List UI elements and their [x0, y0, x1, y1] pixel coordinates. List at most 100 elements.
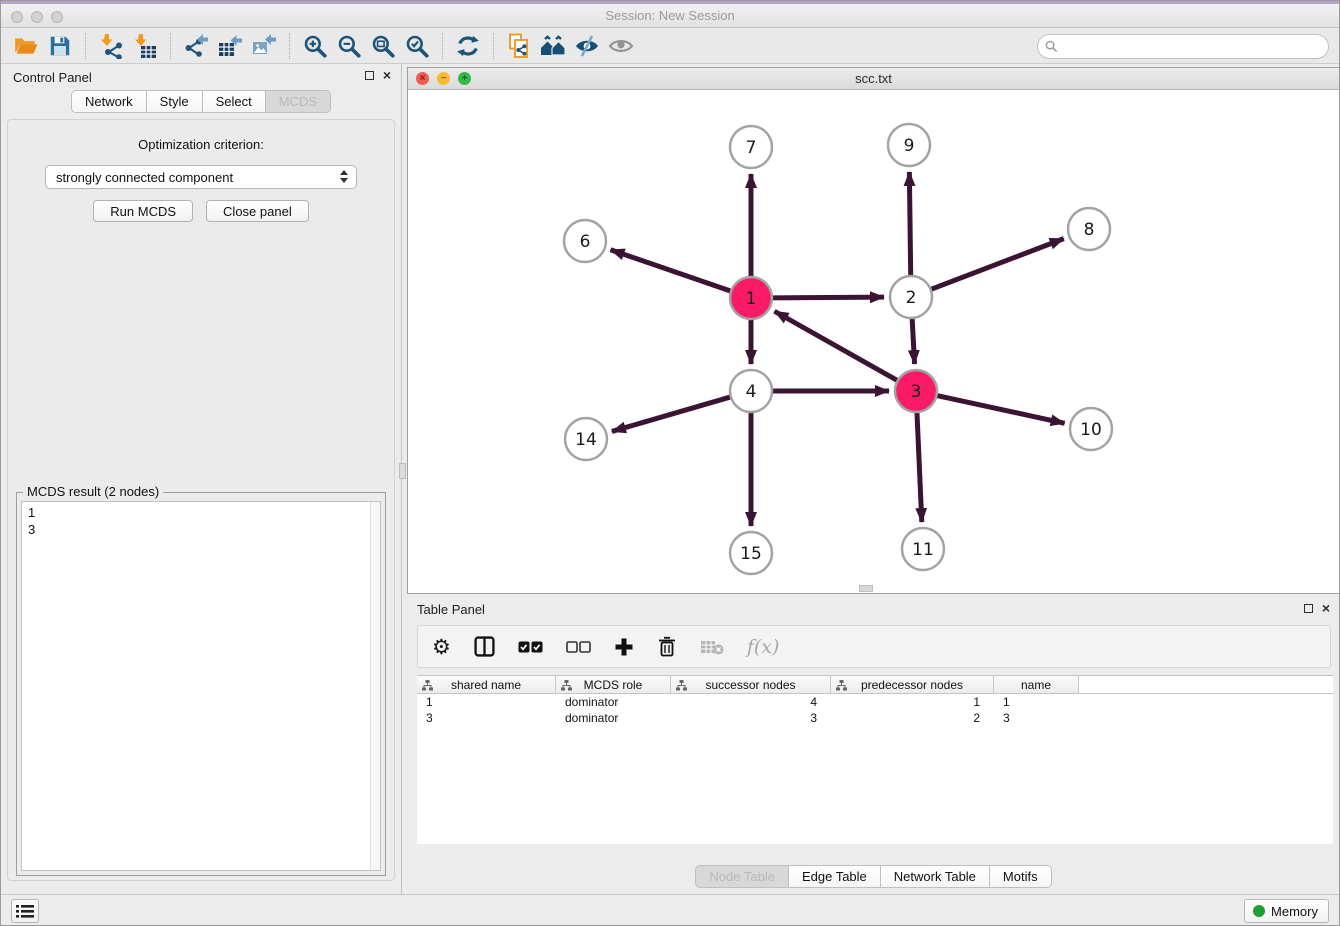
table-cell[interactable]: dominator	[556, 710, 671, 726]
delete-table-icon	[700, 635, 724, 659]
panel-splitter-handle[interactable]	[399, 463, 406, 479]
search-input[interactable]	[1037, 34, 1329, 59]
export-table-icon[interactable]	[213, 31, 247, 61]
tab-network-table[interactable]: Network Table	[880, 865, 990, 888]
table-cell[interactable]: 1	[831, 694, 994, 710]
memory-button[interactable]: Memory	[1244, 899, 1329, 923]
graph-node-8[interactable]: 8	[1068, 208, 1110, 250]
save-session-icon[interactable]	[43, 31, 77, 61]
graph-edge-1-6[interactable]	[611, 250, 733, 292]
graph-node-15[interactable]: 15	[730, 532, 772, 574]
toolbar-separator	[493, 33, 494, 59]
tab-network[interactable]: Network	[71, 90, 147, 113]
graph-node-7[interactable]: 7	[730, 126, 772, 168]
float-panel-icon[interactable]	[365, 71, 374, 80]
tab-node-table[interactable]: Node Table	[695, 865, 789, 888]
graph-edge-3-10[interactable]	[935, 395, 1065, 423]
add-row-icon[interactable]	[614, 635, 634, 659]
table-row[interactable]: 1dominator411	[417, 694, 1333, 710]
table-cell[interactable]: 3	[994, 710, 1079, 726]
graph-node-4[interactable]: 4	[730, 370, 772, 412]
import-table-icon[interactable]	[128, 31, 162, 61]
memory-label: Memory	[1271, 904, 1318, 919]
copy-network-icon[interactable]	[502, 31, 536, 61]
graph-node-2[interactable]: 2	[890, 276, 932, 318]
close-panel-icon[interactable]: ×	[383, 70, 391, 81]
table-cell[interactable]: dominator	[556, 694, 671, 710]
zoom-out-icon[interactable]	[332, 31, 366, 61]
hide-graphics-details-icon[interactable]	[570, 31, 604, 61]
zoom-in-icon[interactable]	[298, 31, 332, 61]
panel-splitter-handle[interactable]	[859, 585, 873, 592]
select-all-icon[interactable]	[518, 635, 543, 659]
column-header-MCDS-role[interactable]: MCDS role	[556, 676, 671, 693]
task-history-button[interactable]	[11, 899, 39, 923]
close-table-panel-icon[interactable]: ×	[1322, 603, 1330, 614]
graph-node-9[interactable]: 9	[888, 124, 930, 166]
close-panel-button[interactable]: Close panel	[206, 200, 309, 222]
table-panel: Table Panel × ⚙	[407, 597, 1340, 889]
window-title: Session: New Session	[1, 8, 1339, 23]
graph-edge-2-9[interactable]	[909, 172, 910, 278]
table-cell[interactable]: 1	[994, 694, 1079, 710]
export-image-icon[interactable]	[247, 31, 281, 61]
graph-edge-2-8[interactable]	[929, 239, 1064, 291]
table-cell[interactable]: 2	[831, 710, 994, 726]
tab-edge-table[interactable]: Edge Table	[788, 865, 881, 888]
settings-gear-icon[interactable]: ⚙	[432, 635, 451, 659]
show-all-networks-icon[interactable]	[536, 31, 570, 61]
node-table: shared nameMCDS rolesuccessor nodesprede…	[417, 675, 1333, 844]
memory-status-icon	[1253, 905, 1265, 917]
graph-node-6[interactable]: 6	[564, 220, 606, 262]
graph-node-1[interactable]: 1	[730, 277, 772, 319]
svg-text:7: 7	[746, 138, 757, 158]
graph-edge-4-14[interactable]	[612, 396, 733, 431]
mcds-result-line: 1	[28, 504, 374, 521]
graph-edge-3-11[interactable]	[917, 410, 922, 522]
result-scrollbar[interactable]	[370, 502, 380, 870]
run-mcds-button[interactable]: Run MCDS	[93, 200, 193, 222]
graph-node-3[interactable]: 3	[895, 370, 937, 412]
column-header-shared-name[interactable]: shared name	[417, 676, 556, 693]
graph-edge-2-3[interactable]	[912, 316, 915, 364]
table-cell[interactable]: 1	[417, 694, 556, 710]
open-session-icon[interactable]	[9, 31, 43, 61]
table-row[interactable]: 3dominator323	[417, 710, 1333, 726]
refresh-layout-icon[interactable]	[451, 31, 485, 61]
mcds-result-textarea[interactable]: 13	[21, 501, 381, 871]
svg-text:2: 2	[906, 288, 917, 308]
tab-select[interactable]: Select	[202, 90, 266, 113]
show-column-icon[interactable]	[474, 635, 495, 659]
table-cell[interactable]: 3	[671, 710, 831, 726]
graph-edge-1-2[interactable]	[770, 297, 884, 298]
show-graphics-details-icon[interactable]	[604, 31, 638, 61]
float-table-panel-icon[interactable]	[1304, 604, 1313, 613]
zoom-selected-icon[interactable]	[400, 31, 434, 61]
delete-row-icon[interactable]	[657, 635, 677, 659]
graph-node-11[interactable]: 11	[902, 528, 944, 570]
table-cell[interactable]: 4	[671, 694, 831, 710]
graph-node-10[interactable]: 10	[1070, 408, 1112, 450]
column-header-name[interactable]: name	[994, 676, 1079, 693]
optimization-criterion-select[interactable]: strongly connected component	[45, 165, 357, 189]
control-panel-title: Control Panel	[13, 70, 92, 85]
svg-text:15: 15	[740, 544, 762, 564]
tab-style[interactable]: Style	[146, 90, 203, 113]
tab-motifs[interactable]: Motifs	[989, 865, 1052, 888]
tab-mcds[interactable]: MCDS	[265, 90, 331, 113]
select-stepper-icon	[340, 170, 348, 183]
column-header-successor-nodes[interactable]: successor nodes	[671, 676, 831, 693]
import-network-icon[interactable]	[94, 31, 128, 61]
column-header-predecessor-nodes[interactable]: predecessor nodes	[831, 676, 994, 693]
header-filler	[1079, 676, 1333, 693]
network-canvas[interactable]: 7 9 6 8 1 2 4 3 14 10 15 11	[408, 90, 1339, 593]
graph-node-14[interactable]: 14	[565, 418, 607, 460]
svg-text:1: 1	[746, 289, 757, 309]
graph-edge-3-1[interactable]	[775, 311, 900, 381]
deselect-all-icon[interactable]	[566, 635, 591, 659]
zoom-fit-icon[interactable]	[366, 31, 400, 61]
export-network-icon[interactable]	[179, 31, 213, 61]
network-window-titlebar: × − + scc.txt	[408, 68, 1339, 90]
table-cell[interactable]: 3	[417, 710, 556, 726]
mcds-result-title: MCDS result (2 nodes)	[23, 484, 163, 499]
